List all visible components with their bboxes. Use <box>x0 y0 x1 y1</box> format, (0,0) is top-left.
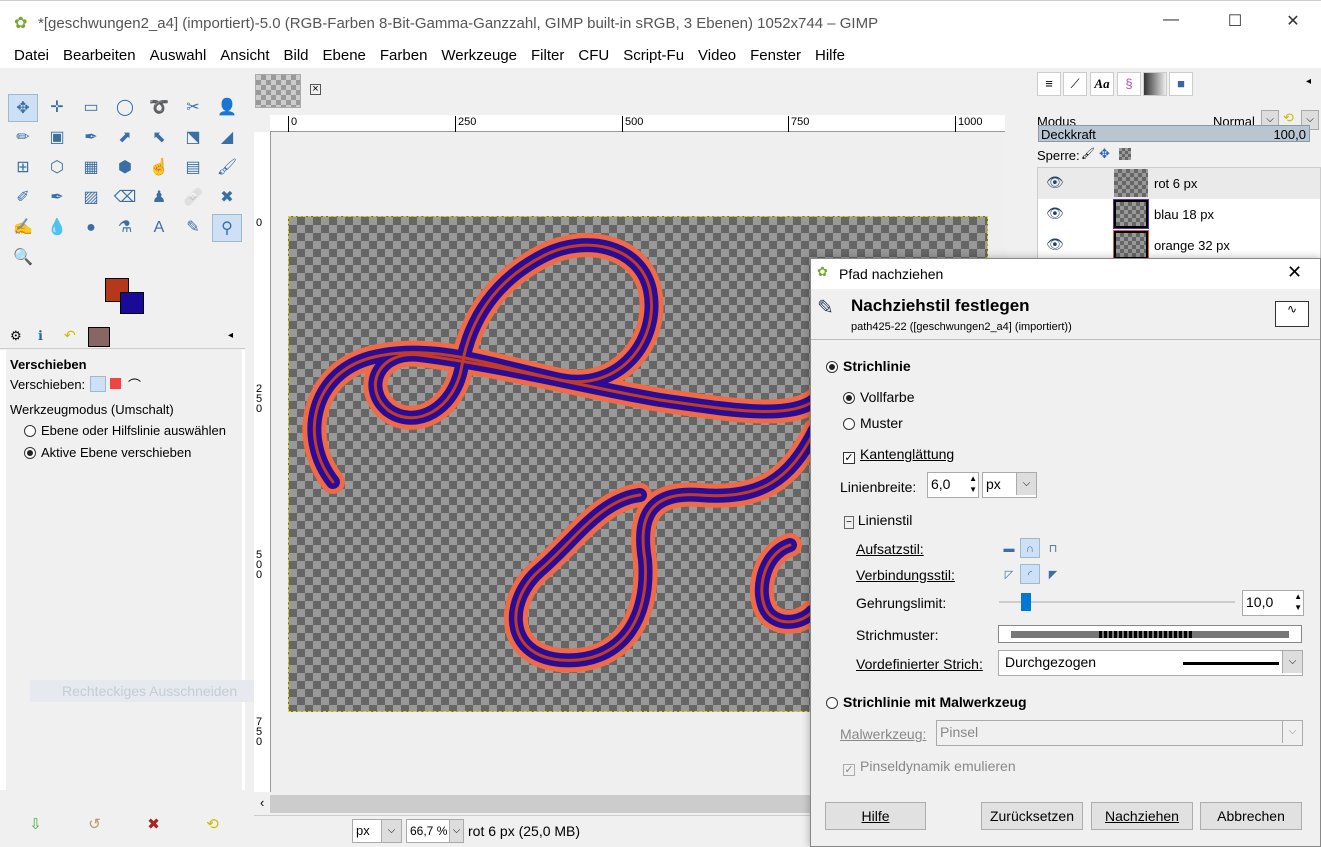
stroke-style-icon: ✎ <box>817 297 834 319</box>
radio-solid-color[interactable]: Vollfarbe <box>843 389 914 405</box>
dash-pattern-label: Strichmuster: <box>856 627 939 643</box>
zoom-select[interactable]: 66,7 % ⌵ <box>406 819 464 843</box>
label: Strichlinie mit Malwerkzeug <box>843 694 1027 710</box>
chevron-down-icon: ⌵ <box>1282 651 1302 673</box>
antialias-checkbox[interactable]: ✓ Kantenglättung <box>843 446 954 464</box>
opacity-slider[interactable]: Deckkraft 100,0 <box>1038 125 1310 142</box>
line-width-unit-select[interactable]: px ⌵ <box>982 472 1037 498</box>
label: Kantenglättung <box>860 446 955 462</box>
brushes-tab-icon[interactable]: § <box>1117 72 1141 96</box>
eye-icon[interactable]: 👁 <box>1046 174 1064 191</box>
fonts-tab-icon[interactable]: Aa <box>1090 72 1114 96</box>
eye-icon[interactable]: 👁 <box>1046 236 1064 253</box>
dialog-title: Pfad nachziehen <box>839 266 944 282</box>
miter-limit-slider[interactable] <box>999 593 1235 611</box>
spin-arrows-icon[interactable]: ▲ ▼ <box>1294 591 1302 613</box>
layer-thumbnail <box>1113 199 1149 229</box>
horizontal-scrollbar[interactable]: ‹ <box>260 795 810 813</box>
value: px <box>986 476 1001 492</box>
gradients-tab-icon[interactable] <box>1143 72 1167 96</box>
unit-select[interactable]: px ⌵ <box>352 819 402 843</box>
radio-pattern[interactable]: Muster <box>843 415 903 431</box>
stroke-button[interactable]: Nachziehen <box>1091 802 1193 830</box>
scroll-left-icon[interactable]: ‹ <box>260 795 264 810</box>
layer-name: blau 18 px <box>1154 207 1214 222</box>
chevron-down-icon: ⌵ <box>1016 473 1036 495</box>
status-info: rot 6 px (25,0 MB) <box>468 823 581 839</box>
miter-limit-label: Gehrungslimit: <box>856 595 947 611</box>
line-style-expander[interactable]: − Linienstil <box>844 512 913 529</box>
path-preview-icon: ∿ <box>1275 301 1309 327</box>
lock-pixels-icon[interactable]: 🖌 <box>1081 147 1095 160</box>
chevron-down-icon: ⌵ <box>1282 721 1302 743</box>
stroke-path-dialog: ✿ Pfad nachziehen ✕ ✎ Nachziehstil festl… <box>810 258 1321 847</box>
layer-name: orange 32 px <box>1154 238 1230 253</box>
layer-thumbnail <box>1113 230 1149 260</box>
dialog-heading: Nachziehstil festlegen <box>851 296 1030 315</box>
label: Strichlinie <box>843 358 911 374</box>
eye-icon[interactable]: 👁 <box>1046 205 1064 222</box>
collapse-icon: − <box>844 516 854 529</box>
panel-menu-icon[interactable]: ◂ <box>1306 76 1311 87</box>
layer-thumbnail <box>1114 169 1148 197</box>
layers-list: 👁 rot 6 px 👁 blau 18 px 👁 orange 32 px <box>1037 167 1321 262</box>
slider-thumb[interactable] <box>1020 593 1031 611</box>
value: Durchgezogen <box>1005 654 1097 670</box>
status-bar: px ⌵ 66,7 % ⌵ rot 6 px (25,0 MB) <box>254 815 814 845</box>
paths-tab-icon[interactable]: ⟋ <box>1063 72 1087 96</box>
paint-tool-select[interactable]: Pinsel ⌵ <box>936 720 1303 746</box>
emulate-dynamics-checkbox[interactable]: ✓ Pinseldynamik emulieren <box>843 758 1016 776</box>
cap-butt-icon[interactable]: ▬ <box>999 539 1019 559</box>
join-style-label: Verbindungsstil: <box>856 567 955 583</box>
layer-row[interactable]: 👁 blau 18 px <box>1038 199 1320 230</box>
layer-row[interactable]: 👁 rot 6 px <box>1038 168 1320 199</box>
reset-button[interactable]: Zurücksetzen <box>981 802 1083 830</box>
radio-stroke-line[interactable]: Strichlinie <box>826 358 911 374</box>
gimp-logo-icon: ✿ <box>817 264 828 279</box>
unit-value: px <box>356 823 370 838</box>
paint-tool-label: Malwerkzeug: <box>840 726 927 742</box>
dialog-title-bar: ✿ Pfad nachziehen ✕ <box>811 259 1320 289</box>
cancel-button[interactable]: Abbrechen <box>1200 802 1302 830</box>
join-bevel-icon[interactable]: ◤ <box>1043 565 1063 585</box>
layer-row[interactable]: 👁 orange 32 px <box>1038 230 1320 261</box>
label: Linienstil <box>857 512 913 528</box>
line-width-label: Linienbreite: <box>840 479 917 495</box>
help-button[interactable]: Hilfe <box>825 802 926 830</box>
line-preview <box>1183 662 1279 665</box>
radio-paint-tool-stroke[interactable]: Strichlinie mit Malwerkzeug <box>826 694 1027 710</box>
reset-mode-icon[interactable]: ⟲ <box>1283 110 1294 126</box>
channels-tab-icon[interactable]: ■ <box>1169 72 1193 96</box>
value: 6,0 <box>931 476 951 492</box>
preset-label: Vordefinierter Strich: <box>856 656 983 672</box>
cap-square-icon[interactable]: ⊓ <box>1043 539 1063 559</box>
opacity-label: Deckkraft <box>1041 127 1096 142</box>
join-miter-icon[interactable]: ◸ <box>999 565 1019 585</box>
preset-select[interactable]: Durchgezogen ⌵ <box>998 650 1303 676</box>
lock-alpha-icon[interactable] <box>1119 148 1131 160</box>
layers-tab-icon[interactable]: ≡ <box>1037 72 1061 96</box>
dash-pattern-editor[interactable] <box>998 625 1302 643</box>
value: Pinsel <box>940 724 979 740</box>
zoom-value: 66,7 % <box>410 824 448 838</box>
cap-round-icon[interactable]: ∩ <box>1020 538 1040 558</box>
chevron-down-icon: ⌵ <box>381 820 401 842</box>
spin-arrows-icon[interactable]: ▲ ▼ <box>969 473 977 495</box>
label: Vollfarbe <box>860 389 915 405</box>
opacity-value: 100,0 <box>1273 127 1306 142</box>
label: Muster <box>860 415 903 431</box>
join-round-icon[interactable]: ◜ <box>1020 564 1040 584</box>
chevron-down-icon: ⌵ <box>449 820 463 842</box>
label: Pinseldynamik emulieren <box>860 758 1016 774</box>
dialog-subtitle: path425-22 ([geschwungen2_a4] (importier… <box>851 321 1072 333</box>
lock-position-icon[interactable]: ✥ <box>1099 146 1110 162</box>
lock-label: Sperre: <box>1037 148 1080 163</box>
cap-style-label: Aufsatzstil: <box>856 541 924 557</box>
dialog-close-button[interactable]: ✕ <box>1287 262 1302 283</box>
layer-name: rot 6 px <box>1154 176 1198 191</box>
line-width-input[interactable]: 6,0 ▲ ▼ <box>927 472 979 498</box>
miter-limit-input[interactable]: 10,0 ▲ ▼ <box>1242 590 1304 616</box>
value: 10,0 <box>1246 594 1274 610</box>
